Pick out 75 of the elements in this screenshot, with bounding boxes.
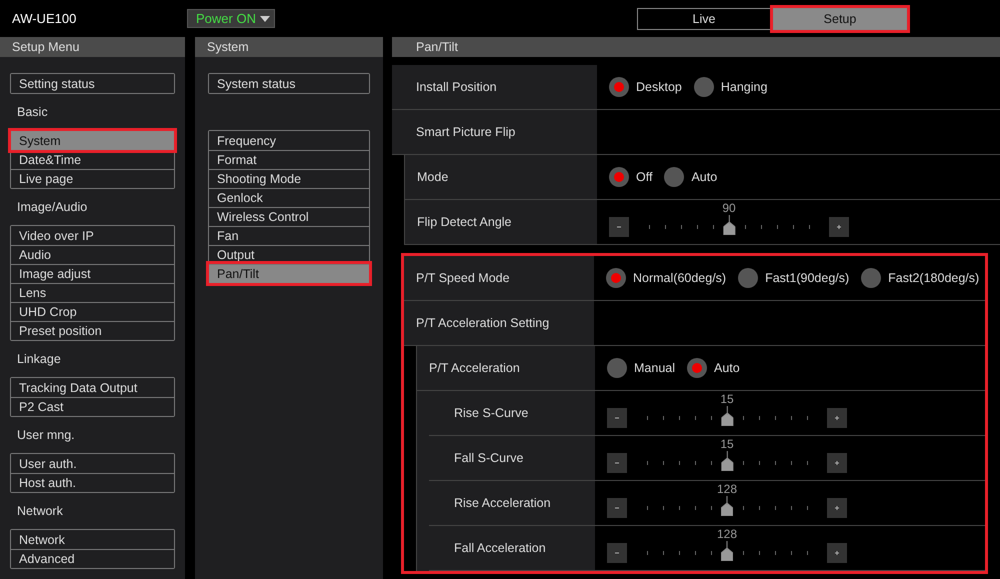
power-dropdown[interactable]: Power ON (187, 9, 275, 28)
setting-label: Rise S-Curve (454, 406, 528, 420)
minus-icon (614, 460, 620, 466)
caret-icon (260, 16, 270, 22)
radio-option[interactable]: Normal(60deg/s) (606, 268, 726, 288)
plus-icon (834, 550, 840, 556)
setting-label: P/T Acceleration (429, 361, 520, 375)
radio-button[interactable] (861, 268, 882, 288)
minus-icon (614, 550, 620, 556)
setting-label: P/T Speed Mode (416, 271, 510, 285)
radio-option[interactable]: Auto (664, 167, 718, 187)
menu-item[interactable]: P2 Cast (11, 397, 174, 416)
radio-button[interactable] (607, 358, 627, 378)
menu-item[interactable]: Preset position (11, 321, 174, 340)
menu-item[interactable]: System (11, 131, 174, 150)
slider-thumb[interactable] (721, 406, 733, 426)
column-title: Setup Menu (0, 37, 185, 57)
slider-value: 15 (720, 392, 734, 406)
setting-label: P/T Acceleration Setting (416, 316, 550, 330)
setting-label: Fall S-Curve (454, 451, 524, 465)
menu-group-heading: Network (17, 504, 63, 518)
minus-icon (614, 505, 620, 511)
setting-label: Install Position (416, 80, 497, 94)
minus-icon (614, 415, 620, 421)
radio-button[interactable] (664, 167, 684, 187)
radio-option[interactable]: Off (609, 167, 652, 187)
plus-icon (834, 460, 840, 466)
plus-icon (836, 224, 842, 230)
menu-group-heading: Basic (17, 105, 48, 119)
menu-group-heading: Linkage (17, 352, 61, 366)
radio-button[interactable] (738, 268, 758, 288)
radio-option[interactable]: Fast2(180deg/s) (861, 268, 980, 288)
tab[interactable]: Live (637, 8, 771, 30)
radio-button[interactable] (687, 358, 707, 378)
model-name: AW-UE100 (12, 11, 78, 26)
slider-thumb[interactable] (721, 541, 733, 561)
setting-label: Mode (417, 170, 448, 184)
menu-item[interactable]: Advanced (11, 549, 174, 568)
menu-item[interactable]: Shooting Mode (209, 169, 369, 188)
minus-icon (616, 224, 622, 230)
menu-item[interactable]: System status (209, 74, 369, 93)
menu-item[interactable]: Host auth. (11, 473, 174, 492)
radio-option[interactable]: Desktop (609, 77, 682, 97)
radio-button[interactable] (609, 167, 629, 187)
setting-label: Smart Picture Flip (416, 125, 516, 139)
column-title: System (195, 37, 383, 57)
radio-option[interactable]: Auto (687, 358, 740, 378)
menu-item[interactable]: UHD Crop (11, 302, 174, 321)
menu-group-heading: Image/Audio (17, 200, 88, 214)
slider-thumb[interactable] (721, 451, 733, 471)
slider-value: 15 (720, 437, 734, 451)
setting-label: Fall Acceleration (454, 541, 546, 555)
plus-icon (834, 505, 840, 511)
menu-item[interactable]: Tracking Data Output (11, 378, 174, 397)
setting-label: Rise Acceleration (454, 496, 551, 510)
radio-button[interactable] (694, 77, 714, 97)
slider-value: 128 (716, 527, 738, 541)
menu-item[interactable]: Setting status (11, 74, 174, 93)
slider-value: 90 (722, 201, 736, 215)
radio-option[interactable]: Fast1(90deg/s) (738, 268, 850, 288)
menu-group-heading: User mng. (17, 428, 75, 442)
slider-thumb[interactable] (721, 496, 733, 516)
menu-item[interactable]: Image adjust (11, 264, 174, 283)
radio-option[interactable]: Hanging (694, 77, 768, 97)
column-title: Pan/Tilt (392, 37, 1000, 57)
menu-item[interactable]: Pan/Tilt (209, 264, 369, 283)
radio-button[interactable] (609, 77, 629, 97)
menu-item[interactable]: Live page (11, 169, 174, 188)
plus-icon (834, 415, 840, 421)
radio-option[interactable]: Manual (607, 358, 675, 378)
menu-item[interactable]: Frequency (209, 131, 369, 150)
radio-button[interactable] (606, 268, 626, 288)
slider-thumb[interactable] (723, 215, 735, 235)
setting-label: Flip Detect Angle (417, 215, 512, 229)
slider-value: 128 (716, 482, 738, 496)
